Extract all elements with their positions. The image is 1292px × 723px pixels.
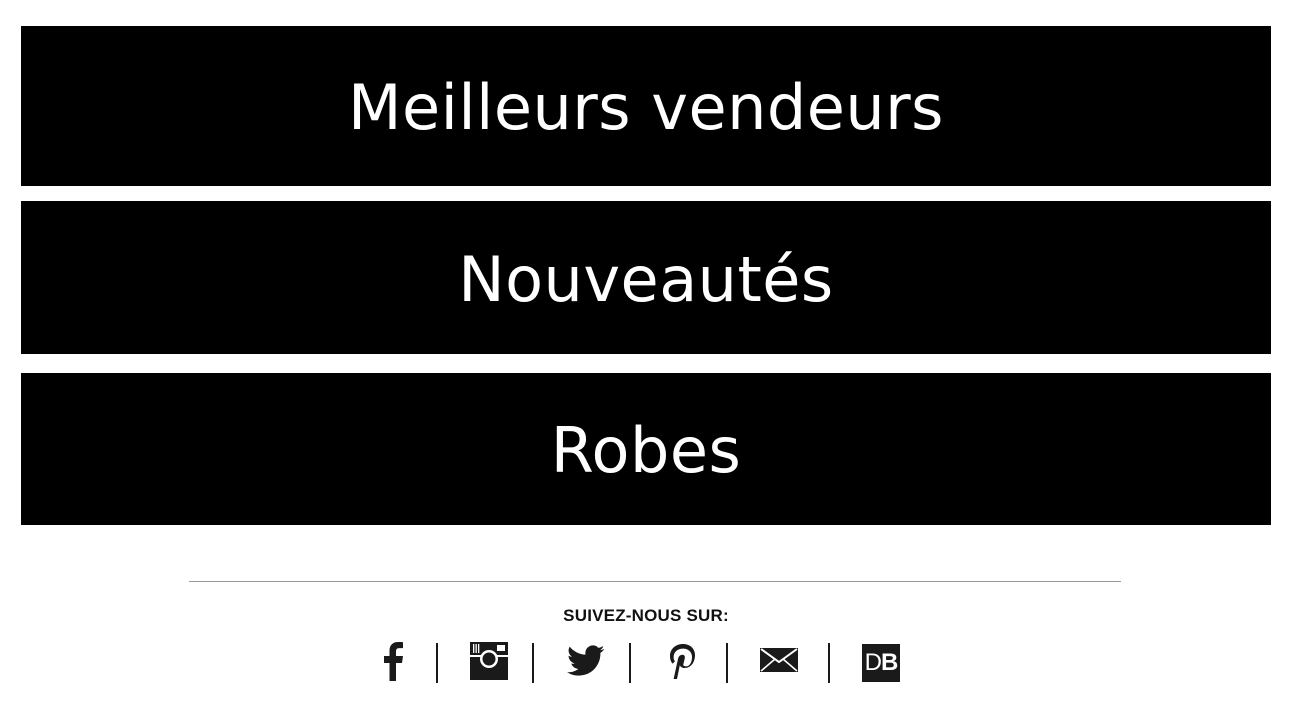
email-icon bbox=[760, 647, 798, 679]
db-icon: DB bbox=[862, 644, 900, 682]
banner-label: Meilleurs vendeurs bbox=[348, 71, 944, 144]
db-link[interactable]: DB bbox=[861, 643, 901, 683]
instagram-icon bbox=[470, 641, 508, 685]
social-separator bbox=[828, 643, 830, 683]
facebook-link[interactable] bbox=[376, 641, 410, 686]
instagram-link[interactable] bbox=[468, 641, 510, 685]
social-separator bbox=[532, 643, 534, 683]
twitter-link[interactable] bbox=[566, 643, 606, 683]
banner-meilleurs-vendeurs[interactable]: Meilleurs vendeurs bbox=[21, 26, 1271, 186]
pinterest-link[interactable] bbox=[662, 643, 702, 683]
social-separator bbox=[726, 643, 728, 683]
follow-us-label: SUIVEZ-NOUS SUR: bbox=[563, 606, 729, 625]
footer-divider bbox=[189, 581, 1121, 582]
facebook-icon bbox=[380, 641, 406, 686]
social-separator bbox=[436, 643, 438, 683]
banner-label: Nouveautés bbox=[458, 242, 834, 316]
email-link[interactable] bbox=[758, 643, 800, 683]
pinterest-icon bbox=[666, 641, 698, 686]
banner-nouveautes[interactable]: Nouveautés bbox=[21, 201, 1271, 354]
banner-label: Robes bbox=[550, 414, 742, 487]
twitter-icon bbox=[567, 644, 605, 682]
banner-robes[interactable]: Robes bbox=[21, 373, 1271, 525]
social-separator bbox=[629, 643, 631, 683]
